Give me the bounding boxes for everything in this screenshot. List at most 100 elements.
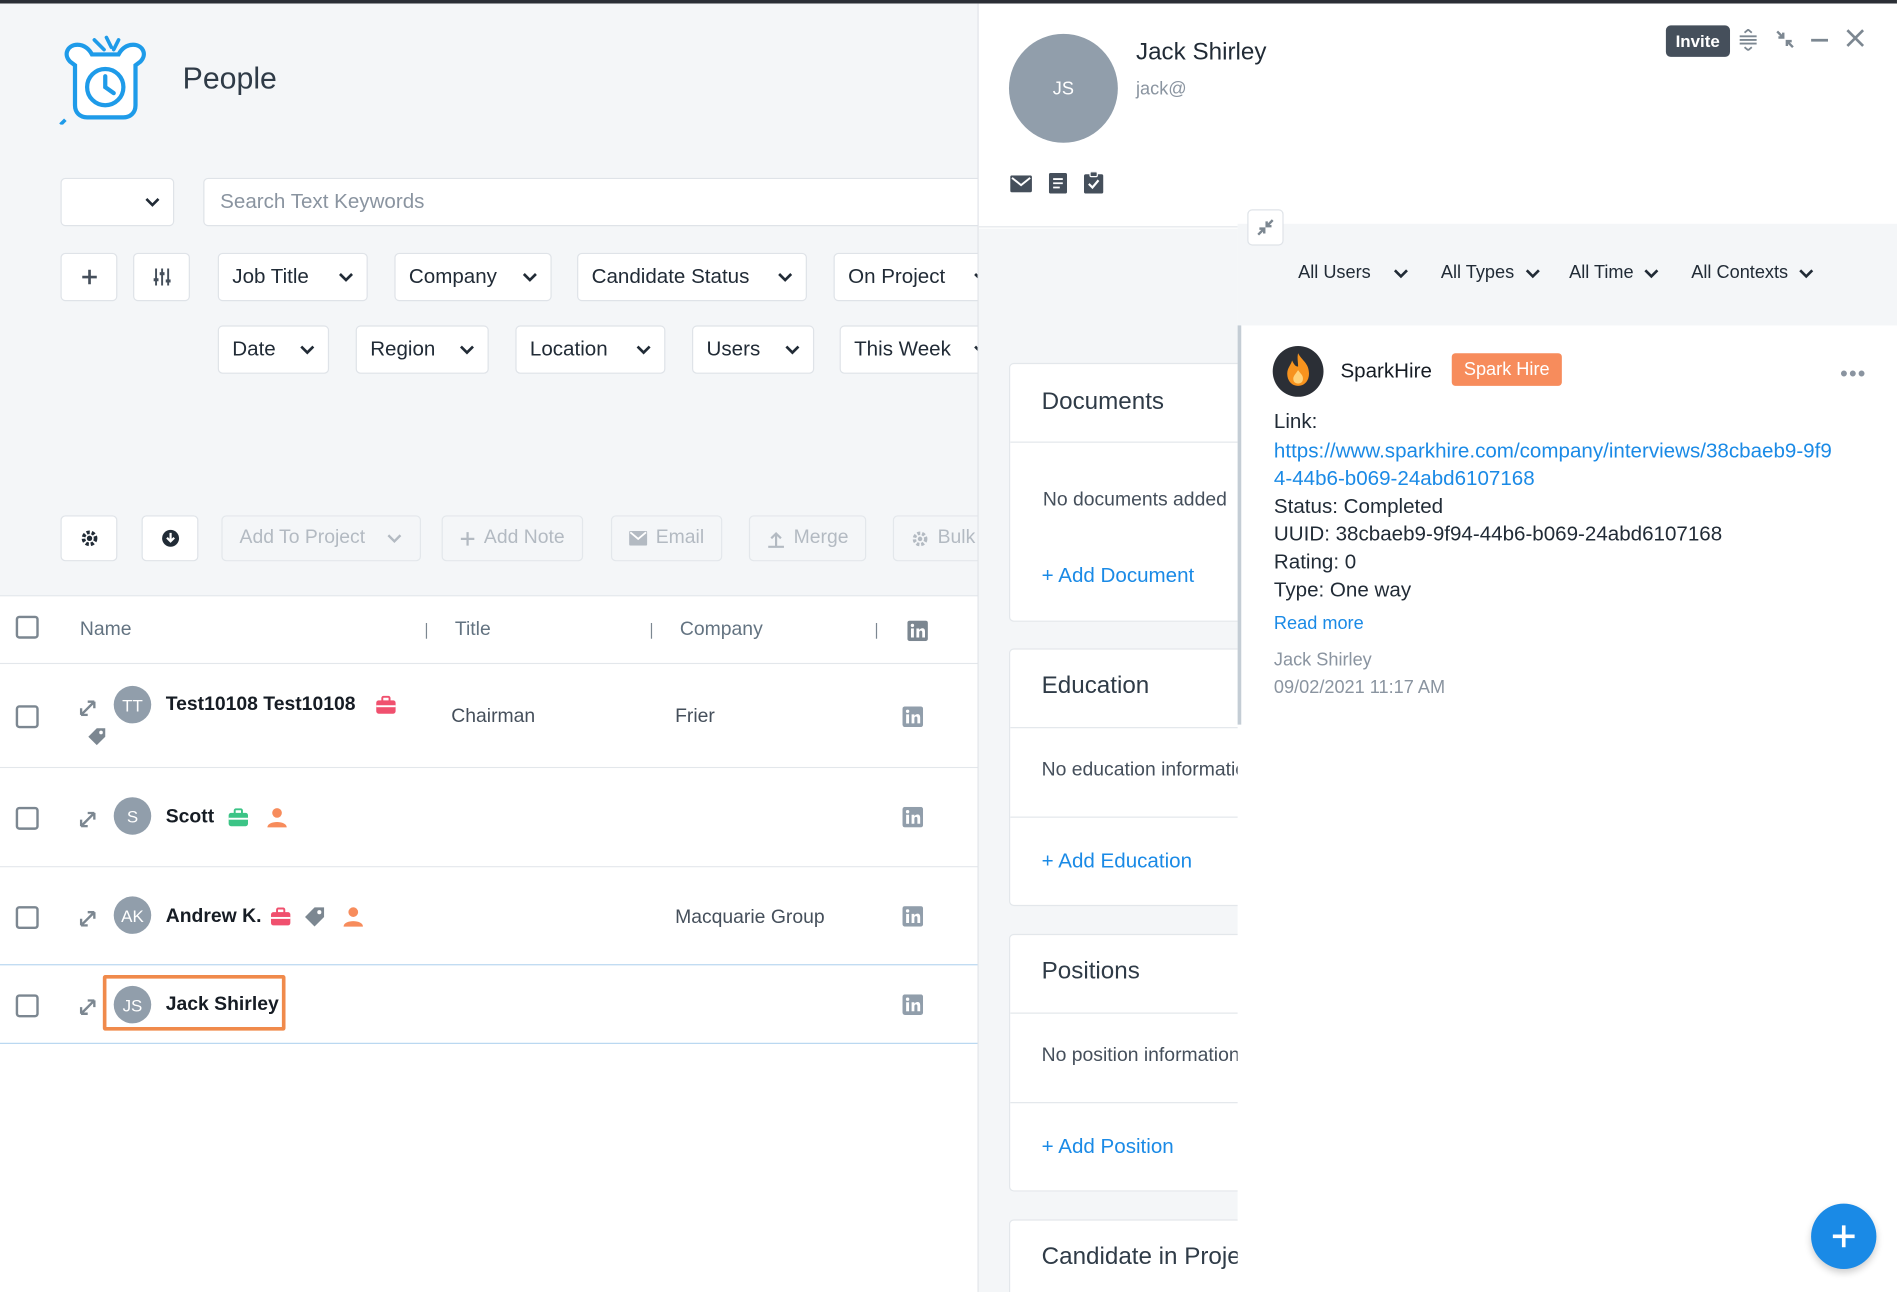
table-settings-button[interactable] — [60, 515, 118, 562]
add-note-button[interactable]: Add Note — [441, 515, 583, 562]
add-to-project-button[interactable]: Add To Project — [221, 515, 421, 562]
person-name[interactable]: Andrew K. — [166, 906, 262, 928]
divider — [1010, 1102, 1250, 1104]
clipboard-check-icon[interactable] — [1083, 171, 1104, 194]
invite-button[interactable]: Invite — [1665, 25, 1730, 57]
positions-title: Positions — [1041, 958, 1140, 985]
filter-region[interactable]: Region — [355, 325, 489, 374]
filter-label: Company — [408, 264, 497, 288]
filter-company[interactable]: Company — [394, 252, 552, 302]
linkedin-icon[interactable] — [902, 706, 924, 728]
add-position-link[interactable]: + Add Position — [1042, 1135, 1174, 1159]
table-header: Name Title Company — [0, 596, 978, 665]
column-resize-handle[interactable] — [425, 622, 428, 639]
divider — [1010, 727, 1250, 729]
activity-author: Jack Shirley — [1273, 649, 1372, 671]
filter-time-range[interactable]: This Week — [839, 325, 978, 374]
filter-date[interactable]: Date — [217, 325, 330, 374]
add-document-link[interactable]: + Add Document — [1042, 564, 1195, 588]
column-resize-handle[interactable] — [875, 622, 878, 639]
chevron-down-icon — [1525, 268, 1540, 278]
filter-users[interactable]: Users — [692, 325, 815, 374]
table-row-selected[interactable]: JS Jack Shirley — [0, 964, 978, 1044]
search-input[interactable]: Search Text Keywords — [203, 177, 978, 227]
column-name-header[interactable]: Name — [80, 619, 132, 641]
linkedin-icon[interactable] — [902, 806, 924, 828]
download-button[interactable] — [141, 515, 199, 562]
merge-button[interactable]: Merge — [748, 515, 867, 562]
row-checkbox[interactable] — [15, 806, 39, 830]
activity-filter-users[interactable]: All Users — [1298, 263, 1409, 283]
person-title: Chairman — [451, 706, 536, 728]
add-person-button[interactable] — [60, 252, 118, 302]
status-text: Status: Completed — [1273, 494, 1444, 518]
activity-filter-contexts[interactable]: All Contexts — [1691, 263, 1814, 283]
person-name[interactable]: Scott — [166, 807, 214, 829]
filter-candidate-status[interactable]: Candidate Status — [577, 252, 807, 302]
divider — [1010, 816, 1250, 818]
select-all-checkbox[interactable] — [15, 615, 39, 639]
linkedin-icon[interactable] — [902, 906, 924, 927]
row-checkbox[interactable] — [15, 906, 39, 930]
activity-filter-types[interactable]: All Types — [1441, 263, 1541, 283]
row-checkbox[interactable] — [15, 994, 39, 1018]
linkedin-column-icon — [907, 620, 928, 642]
column-title-header[interactable]: Title — [455, 619, 491, 641]
expand-icon[interactable] — [79, 999, 96, 1015]
expand-icon[interactable] — [79, 811, 96, 828]
bulk-button[interactable]: Bulk — [892, 515, 978, 562]
merge-icon — [768, 531, 784, 548]
document-icon[interactable] — [1048, 172, 1068, 194]
chevron-down-icon — [778, 273, 793, 282]
read-more-link[interactable]: Read more — [1274, 613, 1364, 634]
person-name[interactable]: Test10108 Test10108 — [166, 694, 356, 716]
activity-timestamp: 09/02/2021 11:17 AM — [1273, 677, 1446, 698]
plus-icon — [460, 531, 475, 546]
person-company: Frier — [675, 706, 715, 728]
positions-empty-text: No position information — [1041, 1045, 1240, 1066]
expand-icon[interactable] — [79, 910, 96, 927]
filter-on-project[interactable]: On Project — [833, 252, 978, 302]
reorder-icon[interactable] — [1738, 29, 1757, 51]
column-company-header[interactable]: Company — [680, 619, 763, 641]
table-row[interactable]: S Scott — [0, 768, 978, 868]
collapse-icon[interactable] — [1776, 30, 1794, 49]
filter-label: Region — [370, 337, 436, 361]
divider — [1010, 1012, 1250, 1014]
activity-panel-toggle[interactable] — [1247, 209, 1284, 246]
email-label: Email — [655, 527, 705, 548]
person-icon — [267, 808, 287, 828]
education-empty-text: No education information — [1041, 759, 1251, 781]
positions-card: Positions No position information + Add … — [1008, 933, 1251, 1192]
sliders-icon — [153, 268, 170, 286]
email-button[interactable]: Email — [610, 515, 723, 562]
interview-link[interactable]: https://www.sparkhire.com/company/interv… — [1274, 437, 1843, 493]
activity-filter-time[interactable]: All Time — [1569, 263, 1660, 283]
row-checkbox[interactable] — [15, 705, 39, 729]
table-row[interactable]: TT Test10108 Test10108 Chairman Frier — [0, 664, 978, 769]
drawer-header: JS Jack Shirley jack@ Invite — [978, 3, 1897, 228]
plus-icon — [81, 269, 97, 285]
filter-job-title[interactable]: Job Title — [217, 252, 368, 302]
minimize-icon[interactable] — [1811, 38, 1829, 43]
filter-label: Date — [232, 337, 276, 361]
filter-location[interactable]: Location — [515, 325, 666, 374]
close-icon[interactable] — [1846, 29, 1865, 47]
mail-icon[interactable] — [1010, 175, 1032, 193]
more-options-icon[interactable]: ••• — [1840, 362, 1867, 387]
expand-icon[interactable] — [79, 700, 96, 717]
tag-icon — [88, 728, 106, 746]
saved-search-select[interactable] — [60, 177, 175, 227]
add-education-link[interactable]: + Add Education — [1042, 849, 1192, 873]
gear-icon — [912, 530, 928, 546]
person-icon — [343, 907, 363, 927]
plus-icon — [1832, 1225, 1855, 1248]
download-icon — [161, 529, 179, 547]
filter-settings-button[interactable] — [133, 252, 190, 302]
table-row[interactable]: AK Andrew K. Macquarie Group — [0, 867, 978, 967]
chevron-down-icon — [339, 273, 353, 282]
add-activity-button[interactable] — [1811, 1203, 1877, 1269]
linkedin-icon[interactable] — [902, 994, 924, 1015]
filter-label: Candidate Status — [591, 264, 750, 288]
column-resize-handle[interactable] — [650, 622, 653, 639]
